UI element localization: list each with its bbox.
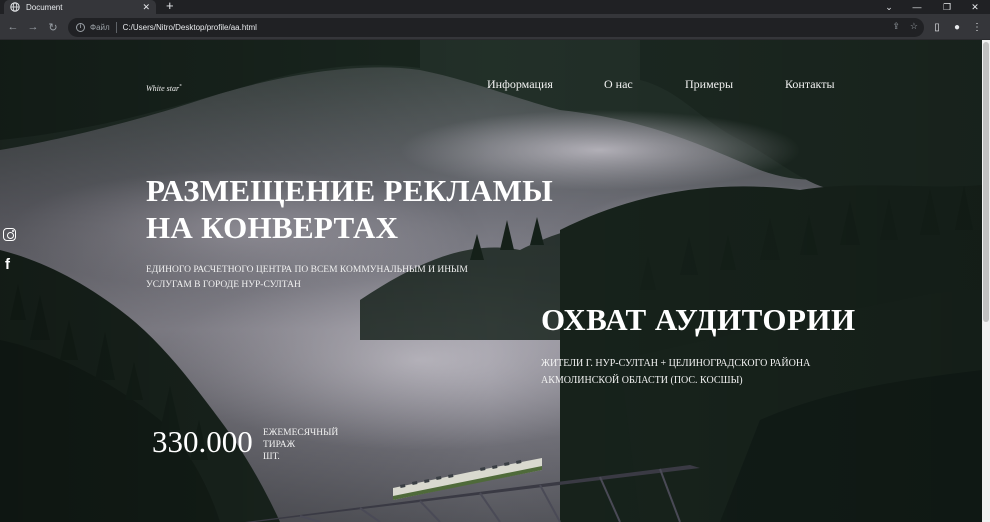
circulation-label-line-3: ШТ. [263, 452, 280, 462]
menu-icon[interactable]: ⋮ [968, 18, 986, 36]
scrollbar-thumb[interactable] [983, 42, 989, 322]
nav-link-about[interactable]: О нас [604, 77, 633, 92]
globe-icon [10, 2, 20, 12]
back-button[interactable]: ← [4, 18, 22, 36]
nav-link-contacts[interactable]: Контакты [785, 77, 835, 92]
reload-button[interactable]: ↻ [44, 18, 62, 36]
minimize-button[interactable]: — [902, 0, 932, 14]
headline-line-2: НА КОНВЕРТАХ [146, 210, 399, 245]
circulation-label-line-2: ТИРАЖ [263, 440, 296, 450]
page-viewport: White star* Информация О нас Примеры Кон… [0, 40, 982, 522]
reach-line-1: ЖИТЕЛИ Г. НУР-СУЛТАН + ЦЕЛИНОГРАДСКОГО Р… [541, 358, 811, 369]
site-logo[interactable]: White star* [146, 84, 182, 93]
tab-search-icon[interactable]: ⌄ [874, 0, 904, 14]
omnibox-actions: ⇪ ☆ [892, 21, 918, 32]
close-window-button[interactable]: ✕ [960, 0, 990, 14]
logo-star-mark: * [179, 84, 182, 90]
url-text[interactable]: C:/Users/Nitro/Desktop/profile/aa.html [123, 23, 257, 32]
headline-line-1: РАЗМЕЩЕНИЕ РЕКЛАМЫ [146, 173, 553, 208]
facebook-icon[interactable]: f [5, 256, 10, 273]
browser-toolbar: ← → ↻ i Файл C:/Users/Nitro/Desktop/prof… [0, 14, 990, 40]
url-scheme-label: Файл [90, 23, 110, 32]
address-bar[interactable]: i Файл C:/Users/Nitro/Desktop/profile/aa… [68, 18, 924, 37]
circulation-value: 330.000 [152, 424, 253, 459]
bookmark-star-icon[interactable]: ☆ [910, 21, 918, 32]
hero-headline: РАЗМЕЩЕНИЕ РЕКЛАМЫ НА КОНВЕРТАХ [146, 172, 553, 246]
tab-title: Document [26, 2, 63, 12]
subtitle-line-1: ЕДИНОГО РАСЧЕТНОГО ЦЕНТРА ПО ВСЕМ КОММУН… [146, 265, 468, 275]
reach-title: ОХВАТ АУДИТОРИИ [541, 302, 856, 337]
new-tab-button[interactable]: + [166, 0, 174, 13]
side-panel-icon[interactable]: ▯ [928, 18, 946, 36]
forward-button[interactable]: → [24, 18, 42, 36]
reach-description: ЖИТЕЛИ Г. НУР-СУЛТАН + ЦЕЛИНОГРАДСКОГО Р… [541, 355, 841, 389]
subtitle-line-2: УСЛУГАМ В ГОРОДЕ НУР-СУЛТАН [146, 280, 301, 290]
instagram-icon[interactable] [3, 228, 16, 241]
url-separator [115, 22, 117, 33]
hero-subtitle: ЕДИНОГО РАСЧЕТНОГО ЦЕНТРА ПО ВСЕМ КОММУН… [146, 263, 516, 293]
profile-icon[interactable]: ● [948, 18, 966, 36]
nav-link-examples[interactable]: Примеры [685, 77, 733, 92]
tab-document[interactable]: Document ✕ [4, 0, 156, 14]
page-scrollbar[interactable] [982, 40, 990, 522]
info-icon[interactable]: i [76, 23, 85, 32]
share-icon[interactable]: ⇪ [892, 21, 900, 32]
restore-button[interactable]: ❐ [932, 0, 962, 14]
reach-line-2: АКМОЛИНСКОЙ ОБЛАСТИ (ПОС. КОСШЫ) [541, 375, 743, 386]
tab-strip: Document ✕ + ⌄ — ❐ ✕ [0, 0, 990, 14]
nav-link-info[interactable]: Информация [487, 77, 553, 92]
logo-text: White star [146, 84, 180, 93]
circulation-label-line-1: ЕЖЕМЕСЯЧНЫЙ [263, 428, 339, 438]
circulation-label: ЕЖЕМЕСЯЧНЫЙ ТИРАЖ ШТ. [263, 427, 338, 463]
tab-close-icon[interactable]: ✕ [142, 2, 150, 12]
